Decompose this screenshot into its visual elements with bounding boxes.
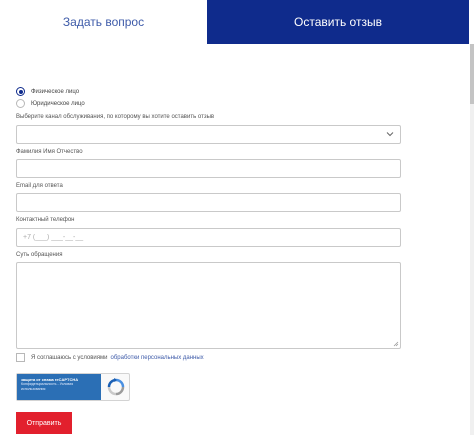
agreement-checkbox[interactable] bbox=[16, 353, 25, 362]
email-label: Email для ответа bbox=[16, 183, 63, 189]
submit-button[interactable]: Отправить bbox=[16, 412, 72, 434]
scrollbar-thumb[interactable] bbox=[470, 44, 474, 104]
agreement-text: Я соглашаюсь с условиями bbox=[31, 354, 108, 361]
email-input[interactable] bbox=[16, 193, 401, 212]
tab-bar: Задать вопрос Оставить отзыв bbox=[0, 0, 474, 44]
vertical-scrollbar[interactable] bbox=[470, 44, 474, 435]
channel-label: Выберите канал обслуживания, по которому… bbox=[16, 114, 215, 120]
phone-input[interactable] bbox=[16, 228, 401, 247]
chevron-down-icon bbox=[386, 132, 394, 137]
recaptcha-subtitle: Конфиденциальность - Условия использован… bbox=[21, 382, 74, 391]
fio-label: Фамилия Имя Отчество bbox=[16, 149, 83, 155]
recaptcha-text-panel: защита от спама reCAPTCHA Конфиденциальн… bbox=[17, 374, 101, 400]
fio-input[interactable] bbox=[16, 159, 401, 178]
tab-leave-review[interactable]: Оставить отзыв bbox=[207, 0, 469, 44]
radio-individual-label: Физическое лицо bbox=[31, 88, 80, 95]
recaptcha-logo-icon bbox=[107, 378, 125, 396]
recaptcha-widget[interactable]: защита от спама reCAPTCHA Конфиденциальн… bbox=[16, 373, 130, 401]
message-label: Суть обращения bbox=[16, 252, 63, 258]
resize-grip-icon[interactable] bbox=[393, 341, 399, 347]
message-textarea[interactable] bbox=[16, 262, 401, 349]
radio-individual-control[interactable] bbox=[16, 87, 25, 96]
radio-legal-entity-label: Юридическое лицо bbox=[31, 100, 85, 107]
radio-individual[interactable]: Физическое лицо bbox=[16, 87, 79, 96]
tab-ask-question[interactable]: Задать вопрос bbox=[0, 0, 207, 44]
personal-data-link[interactable]: обработки персональных данных bbox=[111, 355, 204, 361]
phone-label: Контактный телефон bbox=[16, 217, 75, 223]
tab-leave-review-label: Оставить отзыв bbox=[294, 15, 382, 29]
radio-legal-entity-control[interactable] bbox=[16, 99, 25, 108]
channel-select[interactable] bbox=[16, 125, 401, 144]
tab-ask-question-label: Задать вопрос bbox=[62, 15, 145, 29]
radio-legal-entity[interactable]: Юридическое лицо bbox=[16, 99, 85, 108]
agreement-row: Я соглашаюсь с условиями обработки персо… bbox=[16, 353, 204, 362]
